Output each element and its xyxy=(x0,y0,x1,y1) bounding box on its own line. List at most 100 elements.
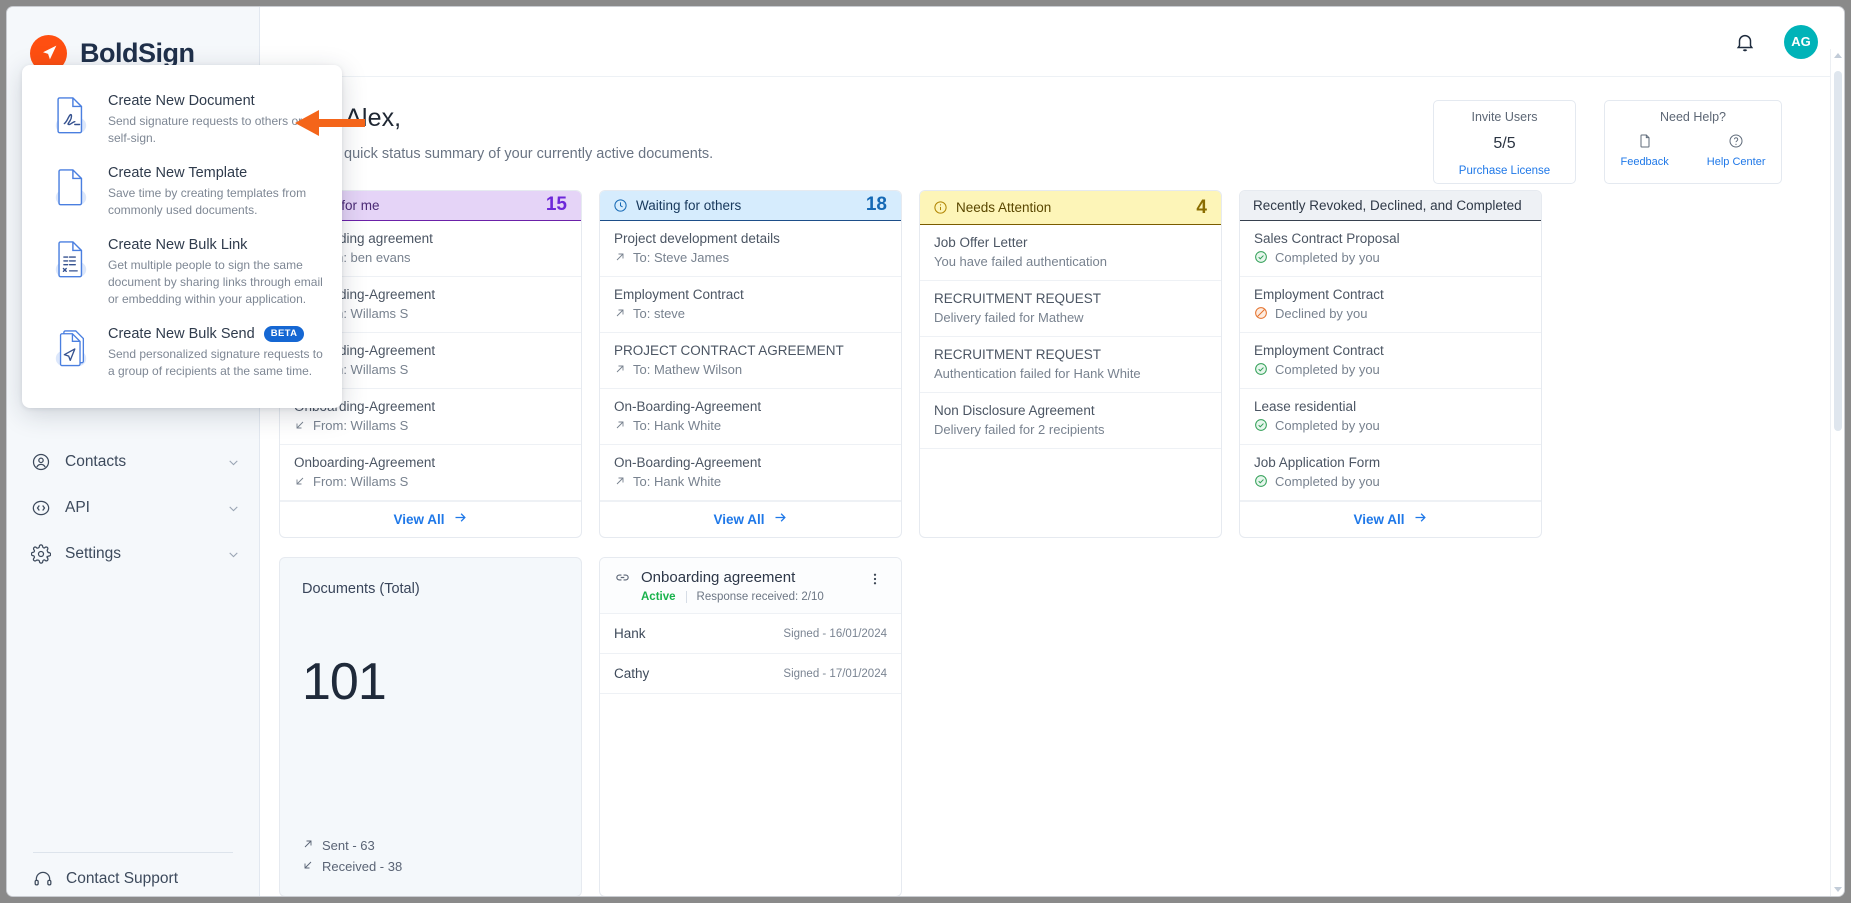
list-item-title: RECRUITMENT REQUEST xyxy=(934,291,1102,306)
list-item[interactable]: On-Boarding-Agreement To: Hank White xyxy=(600,445,901,501)
menu-item-create-new-bulk-send[interactable]: Create New Bulk Send BETA Send personalize… xyxy=(22,317,342,389)
code-circle-icon xyxy=(31,498,51,518)
list-item-title: Job Offer Letter xyxy=(934,235,1028,250)
status-card: Recently Revoked, Declined, and Complete… xyxy=(1239,190,1542,538)
feedback-label: Feedback xyxy=(1620,156,1669,168)
recipient-name: Hank xyxy=(614,626,646,641)
list-item[interactable]: Employment Contract Declined by you xyxy=(1240,277,1541,333)
list-item[interactable]: Job Offer Letter You have failed authenti… xyxy=(920,225,1221,281)
list-item-sub: To: Hank White xyxy=(614,418,887,433)
status-card-count: 15 xyxy=(545,194,567,216)
status-card-header: Needs Attention 4 xyxy=(920,191,1221,225)
table-row[interactable]: Hank Signed - 16/01/2024 xyxy=(600,614,901,654)
completed-check-icon xyxy=(1254,418,1268,432)
need-help-card: Need Help? Feedback Help Center xyxy=(1604,100,1782,184)
list-item[interactable]: Sales Contract Proposal Completed by you xyxy=(1240,221,1541,277)
info-circle-icon xyxy=(933,200,948,215)
list-item-sub: Completed by you xyxy=(1254,418,1527,433)
list-item[interactable]: Job Application Form Completed by you xyxy=(1240,445,1541,501)
scroll-down-arrow-icon[interactable] xyxy=(1834,887,1842,892)
list-item-title: Sales Contract Proposal xyxy=(1254,230,1400,246)
list-item-title: Lease residential xyxy=(1254,398,1357,414)
list-item[interactable]: Lease residential Completed by you xyxy=(1240,389,1541,445)
avatar[interactable]: AG xyxy=(1784,24,1818,59)
documents-total-card: Documents (Total) 101 Sent - 63 Received… xyxy=(279,557,582,896)
beta-badge: BETA xyxy=(263,326,305,343)
arrow-right-icon xyxy=(1413,510,1428,528)
documents-sent-stat: Sent - 63 xyxy=(302,838,402,853)
chevron-down-icon xyxy=(227,502,240,515)
bulk-card-title: Onboarding agreement xyxy=(641,569,796,586)
bulk-rows: Hank Signed - 16/01/2024 Cathy Signed - 17/… xyxy=(600,614,901,694)
documents-total-title: Documents (Total) xyxy=(302,581,420,597)
documents-sent-label: Sent - 63 xyxy=(322,838,375,853)
more-options-icon[interactable] xyxy=(863,569,887,594)
menu-item-description: Send signature requests to others or sel… xyxy=(108,114,303,146)
list-item-title: Project development details xyxy=(614,230,780,246)
menu-item-create-new-template[interactable]: Create New Template Save time by creating… xyxy=(22,156,342,228)
need-help-title: Need Help? xyxy=(1659,110,1726,124)
arrow-up-right-icon xyxy=(614,307,626,319)
list-item-sub-text: You have failed authentication xyxy=(934,254,1107,269)
document-send-icon xyxy=(52,326,92,380)
sidebar-item-label: Settings xyxy=(65,545,122,562)
arrow-up-right-icon xyxy=(302,838,314,853)
view-all-button[interactable]: View All xyxy=(280,500,581,537)
arrow-down-left-icon xyxy=(302,859,314,874)
view-all-label: View All xyxy=(713,511,765,527)
list-item[interactable]: On-Boarding-Agreement To: Hank White xyxy=(600,389,901,445)
link-icon xyxy=(614,569,631,586)
sidebar-item-settings[interactable]: Settings xyxy=(7,531,260,577)
status-card-body: Sales Contract Proposal Completed by you E… xyxy=(1240,221,1541,501)
bulk-card-header: Onboarding agreement Active Response rec… xyxy=(600,558,901,614)
bell-icon[interactable] xyxy=(1734,31,1756,53)
view-all-label: View All xyxy=(1353,511,1405,527)
list-item-sub-text: To: Mathew Wilson xyxy=(633,361,743,377)
status-cards-row: Waiting for me15Onboarding agreementFrom… xyxy=(279,190,1542,538)
view-all-button[interactable]: View All xyxy=(1240,500,1541,537)
view-all-button[interactable]: View All xyxy=(600,500,901,537)
scroll-up-arrow-icon[interactable] xyxy=(1834,53,1842,58)
sidebar-item-contact-support[interactable]: Contact Support xyxy=(7,862,260,896)
list-item[interactable]: Project development details To: Steve Jam… xyxy=(600,221,901,277)
document-sign-icon xyxy=(52,93,92,147)
list-item[interactable]: RECRUITMENT REQUEST Delivery failed for M… xyxy=(920,281,1221,337)
status-card-count: 18 xyxy=(865,194,887,216)
recipient-name: Cathy xyxy=(614,666,650,681)
status-card-title: Needs Attention xyxy=(956,200,1052,215)
invite-users-card: Invite Users 5/5 Purchase License xyxy=(1433,100,1576,184)
list-item[interactable]: Employment Contract To: steve xyxy=(600,277,901,333)
arrow-down-left-icon xyxy=(294,419,306,431)
list-item-sub: To: Steve James xyxy=(614,250,887,265)
meta-divider xyxy=(685,591,687,603)
purchase-license-link[interactable]: Purchase License xyxy=(1434,165,1575,177)
invite-users-title: Invite Users xyxy=(1471,110,1538,124)
menu-item-create-new-bulk-link[interactable]: Create New Bulk Link Get multiple people … xyxy=(22,228,342,317)
list-item-title: On-Boarding-Agreement xyxy=(614,454,762,470)
list-item-title: On-Boarding-Agreement xyxy=(614,398,762,414)
list-item-sub-text: From: Willams S xyxy=(313,473,409,489)
list-item[interactable]: RECRUITMENT REQUEST Authentication failed… xyxy=(920,337,1221,393)
help-center-button[interactable]: Help Center xyxy=(1707,133,1766,168)
vertical-scrollbar[interactable] xyxy=(1830,49,1844,896)
clock-icon xyxy=(613,198,628,213)
scrollbar-thumb[interactable] xyxy=(1834,71,1842,431)
chevron-down-icon xyxy=(227,548,240,561)
question-circle-icon xyxy=(1707,133,1766,152)
sidebar-item-api[interactable]: API xyxy=(7,485,260,531)
sidebar-divider xyxy=(33,852,233,853)
gear-icon xyxy=(31,544,51,564)
recipient-status: Signed - 16/01/2024 xyxy=(783,627,887,640)
list-item-sub: Delivery failed for 2 recipients xyxy=(934,422,1207,437)
list-item[interactable]: PROJECT CONTRACT AGREEMENT To: Mathew Wil… xyxy=(600,333,901,389)
list-item[interactable]: Non Disclosure Agreement Delivery failed … xyxy=(920,393,1221,449)
list-item[interactable]: Onboarding-Agreement From: Willams S xyxy=(280,445,581,501)
feedback-button[interactable]: Feedback xyxy=(1620,133,1669,168)
sidebar-item-contacts[interactable]: Contacts xyxy=(7,439,260,485)
document-list-icon xyxy=(52,237,92,308)
table-row[interactable]: Cathy Signed - 17/01/2024 xyxy=(600,654,901,694)
bulk-response-count: Response received: 2/10 xyxy=(696,591,824,603)
view-all-label: View All xyxy=(393,511,445,527)
list-item[interactable]: Employment Contract Completed by you xyxy=(1240,333,1541,389)
list-item-sub-text: Completed by you xyxy=(1275,361,1380,377)
